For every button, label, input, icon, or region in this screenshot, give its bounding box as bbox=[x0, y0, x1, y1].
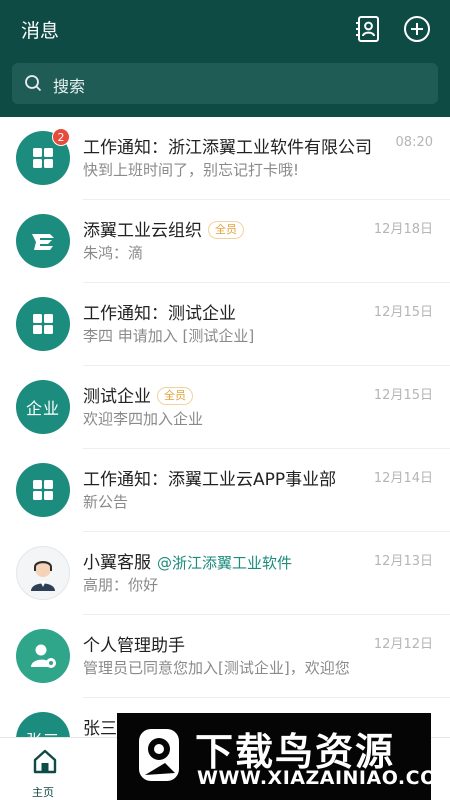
text-avatar: 企业 bbox=[16, 380, 70, 434]
message-time: 12月18日 bbox=[373, 222, 433, 237]
tag-all-members: 全员 bbox=[157, 387, 193, 405]
app-header: 消息 搜索 bbox=[0, 0, 450, 117]
list-item[interactable]: 企业 测试企业 全员 欢迎李四加入企业 12月15日 bbox=[0, 366, 450, 449]
list-item[interactable]: 小翼客服 @浙江添翼工业软件 高朋：你好 12月13日 bbox=[0, 532, 450, 615]
message-preview: 新公告 bbox=[83, 493, 129, 511]
contacts-book-icon[interactable] bbox=[353, 14, 383, 44]
text-avatar: 张三 bbox=[16, 712, 70, 737]
conversation-name: 小翼客服 @浙江添翼工业软件 bbox=[83, 553, 293, 573]
list-item[interactable]: 工作通知：测试企业 李四 申请加入 [测试企业] 12月15日 bbox=[0, 283, 450, 366]
list-item[interactable]: 添翼工业云组织 全员 朱鸿：滴 12月18日 bbox=[0, 200, 450, 283]
message-preview: 朱鸿：滴 bbox=[83, 244, 144, 262]
message-time: 12月14日 bbox=[373, 471, 433, 486]
list-item[interactable]: 个人管理助手 管理员已同意您加入[测试企业]，欢迎您 12月12日 bbox=[0, 615, 450, 698]
search-icon bbox=[25, 75, 42, 92]
message-time: 12月13日 bbox=[373, 554, 433, 569]
message-time: 08:20 bbox=[395, 135, 433, 150]
mention-label: @浙江添翼工业软件 bbox=[157, 554, 293, 572]
conversation-name: 工作通知：浙江添翼工业软件有限公司 bbox=[83, 138, 372, 158]
grid-icon bbox=[16, 297, 70, 351]
conversation-name: 工作通知：测试企业 bbox=[83, 304, 236, 324]
conversation-name: 张三 bbox=[83, 719, 117, 737]
tab-home[interactable]: 主页 bbox=[22, 744, 68, 799]
tab-home-label: 主页 bbox=[32, 786, 54, 799]
company-logo bbox=[16, 214, 70, 268]
conversation-name: 个人管理助手 bbox=[83, 636, 185, 656]
message-preview: 管理员已同意您加入[测试企业]，欢迎您 bbox=[83, 659, 350, 677]
watermark-overlay: 下载鸟资源 WWW.XIAZAINIAO.COM bbox=[117, 713, 450, 800]
grid-icon bbox=[16, 463, 70, 517]
page-title: 消息 bbox=[21, 20, 60, 42]
plus-circle-icon[interactable] bbox=[402, 14, 432, 44]
message-preview: 欢迎李四加入企业 bbox=[83, 410, 204, 428]
message-list: 2 工作通知：浙江添翼工业软件有限公司 快到上班时间了，别忘记打卡哦! 08:2… bbox=[0, 117, 450, 737]
unread-badge: 2 bbox=[52, 128, 70, 146]
customer-service-avatar bbox=[16, 546, 70, 600]
message-preview: 快到上班时间了，别忘记打卡哦! bbox=[83, 161, 300, 179]
message-time: 12月15日 bbox=[373, 388, 433, 403]
conversation-name: 工作通知：添翼工业云APP事业部 bbox=[83, 470, 337, 490]
home-icon bbox=[33, 749, 57, 774]
message-time: 12月15日 bbox=[373, 305, 433, 320]
message-preview: 李四 申请加入 [测试企业] bbox=[83, 327, 255, 345]
conversation-name: 测试企业 全员 bbox=[83, 382, 193, 407]
list-item[interactable]: 2 工作通知：浙江添翼工业软件有限公司 快到上班时间了，别忘记打卡哦! 08:2… bbox=[0, 117, 450, 200]
bird-logo-icon bbox=[139, 729, 179, 781]
message-time: 12月12日 bbox=[373, 637, 433, 652]
search-bar[interactable]: 搜索 bbox=[12, 63, 438, 104]
list-item[interactable]: 工作通知：添翼工业云APP事业部 新公告 12月14日 bbox=[0, 449, 450, 532]
watermark-url: WWW.XIAZAINIAO.COM bbox=[197, 767, 450, 789]
tag-all-members: 全员 bbox=[208, 221, 244, 239]
search-placeholder: 搜索 bbox=[53, 77, 86, 96]
conversation-name: 添翼工业云组织 全员 bbox=[83, 216, 244, 241]
message-preview: 高朋：你好 bbox=[83, 576, 159, 594]
user-gear-icon bbox=[16, 629, 70, 683]
